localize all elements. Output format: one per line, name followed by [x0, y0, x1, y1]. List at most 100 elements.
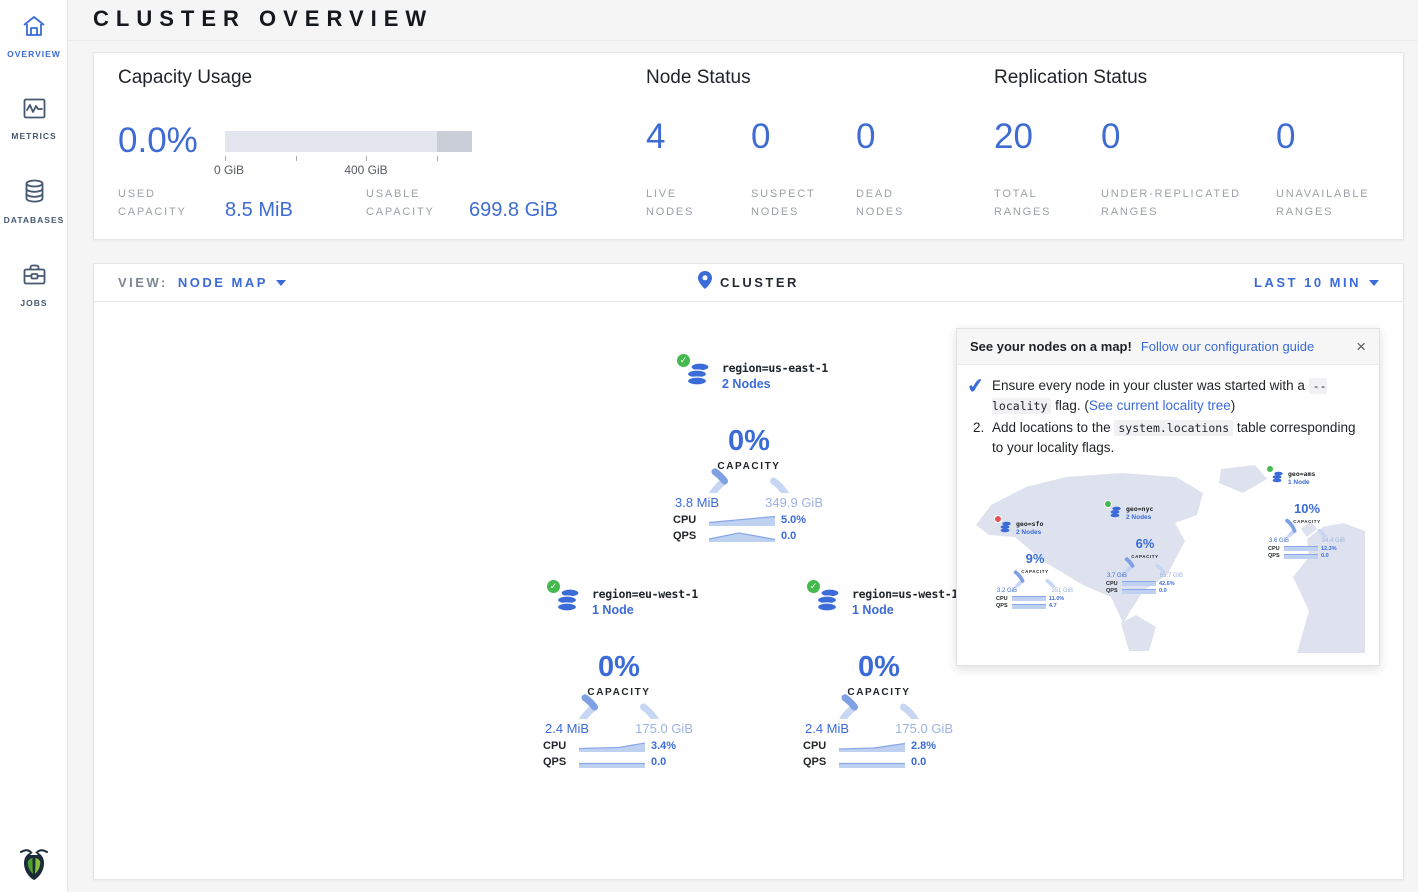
- tick-label: 400 GiB: [344, 163, 387, 177]
- used-value: 2.4 MiB: [545, 721, 589, 736]
- header-divider: [68, 40, 1418, 41]
- code-system-locations: system.locations: [1114, 420, 1233, 436]
- nodes-count: 1 Node: [1288, 479, 1315, 486]
- time-range-dropdown[interactable]: LAST 10 MIN: [1254, 275, 1379, 290]
- node-locality-card-eu-west-1[interactable]: ✓ region=eu-west-1 1 Node: [534, 587, 704, 768]
- axis-tick: [225, 156, 226, 161]
- sidebar-item-databases[interactable]: DATABASES: [0, 165, 68, 225]
- nodes-stack-icon: [1271, 471, 1284, 483]
- axis-tick: [366, 156, 367, 161]
- nodes-count-link[interactable]: 2 Nodes: [722, 377, 828, 391]
- capacity-percent: 6%: [1114, 536, 1176, 551]
- caret-down-icon: [276, 280, 286, 286]
- map-pin-icon: [698, 271, 712, 294]
- usable-capacity-value: 699.8 GiB: [469, 199, 558, 222]
- capacity-caption: CAPACITY: [1276, 519, 1338, 524]
- total-value: 349.9 GiB: [765, 495, 823, 510]
- cpu-value: 3.4%: [651, 740, 676, 752]
- suspect-nodes-label: SUSPECT NODES: [751, 185, 831, 221]
- capacity-percent: 0.0%: [118, 121, 198, 161]
- qps-value: 0.0: [781, 530, 796, 542]
- capacity-percent: 10%: [1276, 501, 1338, 516]
- healthy-check-icon: ✓: [546, 579, 561, 594]
- sidebar-item-overview[interactable]: OVERVIEW: [0, 0, 68, 59]
- cpu-label: CPU: [543, 740, 573, 752]
- qps-sparkline: [1122, 589, 1156, 594]
- locality-label: region=us-west-1: [852, 587, 958, 601]
- sidebar-item-jobs[interactable]: JOBS: [0, 249, 68, 308]
- qps-sparkline: [709, 530, 775, 542]
- cpu-value: 2.8%: [911, 740, 936, 752]
- locality-label: region=eu-west-1: [592, 587, 698, 601]
- capacity-bar: [225, 131, 472, 152]
- caret-down-icon: [1369, 280, 1379, 286]
- close-icon[interactable]: ×: [1356, 338, 1366, 355]
- healthy-check-icon: ✓: [806, 579, 821, 594]
- node-locality-card-us-west-1[interactable]: ✓ region=us-west-1 1 Node: [794, 587, 964, 768]
- locality-label: geo=nyc: [1126, 505, 1153, 513]
- capacity-gauge: 0% CAPACITY: [557, 625, 681, 719]
- capacity-percent: 0%: [687, 425, 811, 458]
- total-value: 175.0 GiB: [895, 721, 953, 736]
- capacity-percent: 0%: [557, 651, 681, 684]
- cpu-value: 5.0%: [781, 514, 806, 526]
- node-locality-card-us-east-1[interactable]: ✓ region=us-east-1 2 Nodes: [664, 361, 834, 542]
- axis-tick: [437, 156, 438, 161]
- page-title: CLUSTER OVERVIEW: [93, 6, 433, 32]
- qps-value: 0.0: [911, 756, 926, 768]
- healthy-check-icon: ✓: [676, 353, 691, 368]
- cpu-sparkline: [1284, 546, 1318, 551]
- locality-label: geo=ams: [1288, 470, 1315, 478]
- sidebar: OVERVIEW METRICS DATABASES JOBS: [0, 0, 68, 892]
- under-replicated-value: 0: [1101, 117, 1120, 157]
- main-content: CLUSTER OVERVIEW Capacity Usage 0.0% 0 G…: [68, 0, 1418, 892]
- total-value: 175.0 GiB: [635, 721, 693, 736]
- total-ranges-value: 20: [994, 117, 1033, 157]
- used-capacity-label: USED CAPACITY: [118, 185, 198, 221]
- qps-label: QPS: [543, 756, 573, 768]
- mini-node-card-nyc: geo=nyc 2 Nodes 6% CAPACITY 3.7 GiB65.7 …: [1099, 505, 1191, 594]
- capacity-gauge: 0% CAPACITY: [817, 625, 941, 719]
- locality-tree-link[interactable]: See current locality tree: [1089, 398, 1231, 413]
- capacity-percent: 0%: [817, 651, 941, 684]
- capacity-caption: CAPACITY: [687, 461, 811, 472]
- cpu-sparkline: [839, 740, 905, 752]
- breadcrumb-cluster: CLUSTER: [720, 275, 799, 290]
- cpu-sparkline: [1122, 581, 1156, 586]
- live-nodes-label: LIVE NODES: [646, 185, 716, 221]
- used-value: 3.8 MiB: [675, 495, 719, 510]
- metrics-icon: [22, 97, 47, 125]
- under-replicated-label: UNDER-REPLICATED RANGES: [1101, 185, 1261, 221]
- configuration-guide-link[interactable]: Follow our configuration guide: [1141, 339, 1314, 354]
- cluster-summary-panel: Capacity Usage 0.0% 0 GiB 400 GiB USED C…: [93, 52, 1404, 240]
- capacity-usage-title: Capacity Usage: [118, 67, 252, 89]
- used-value: 2.4 MiB: [805, 721, 849, 736]
- blue-check-icon: ✔: [965, 371, 986, 403]
- used-capacity-value: 8.5 MiB: [225, 199, 293, 222]
- nodes-count-link[interactable]: 1 Node: [852, 603, 958, 617]
- cpu-sparkline: [579, 740, 645, 752]
- qps-sparkline: [1012, 604, 1046, 609]
- replication-status-title: Replication Status: [994, 67, 1147, 89]
- qps-label: QPS: [803, 756, 833, 768]
- unavailable-label: UNAVAILABLE RANGES: [1276, 185, 1386, 221]
- qps-sparkline: [1284, 554, 1318, 559]
- view-label: VIEW:: [118, 275, 168, 290]
- view-selector-dropdown[interactable]: NODE MAP: [178, 275, 286, 290]
- nodes-count: 2 Nodes: [1126, 514, 1153, 521]
- capacity-gauge: 0% CAPACITY: [687, 399, 811, 493]
- sidebar-item-label: JOBS: [20, 298, 47, 308]
- nodes-count: 2 Nodes: [1016, 529, 1043, 536]
- sidebar-item-label: DATABASES: [4, 215, 65, 225]
- qps-sparkline: [839, 756, 905, 768]
- capacity-bar-segment: [437, 131, 472, 152]
- qps-value: 0.0: [651, 756, 666, 768]
- nodes-count-link[interactable]: 1 Node: [592, 603, 698, 617]
- capacity-percent: 9%: [1004, 551, 1066, 566]
- node-map-canvas[interactable]: ✓ region=us-east-1 2 Nodes: [94, 303, 1403, 879]
- sidebar-item-metrics[interactable]: METRICS: [0, 83, 68, 141]
- node-map-panel: VIEW: NODE MAP CLUSTER LAST 10 MIN: [93, 263, 1404, 880]
- usable-capacity-label: USABLE CAPACITY: [366, 185, 456, 221]
- live-nodes-value: 4: [646, 117, 665, 157]
- dead-nodes-value: 0: [856, 117, 875, 157]
